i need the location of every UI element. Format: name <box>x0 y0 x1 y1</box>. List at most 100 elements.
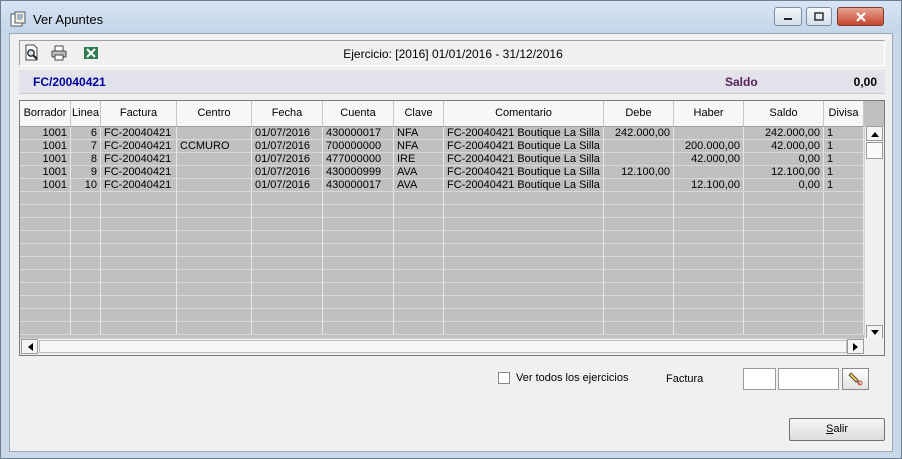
cell-debe <box>604 140 674 153</box>
vertical-scroll-thumb[interactable] <box>866 142 883 159</box>
cell-cuenta <box>323 192 394 205</box>
cell-comentario <box>444 296 604 309</box>
column-header-cuenta[interactable]: Cuenta <box>323 101 394 126</box>
cell-centro <box>177 179 252 192</box>
scroll-down-icon <box>870 329 879 335</box>
close-button[interactable] <box>837 7 884 26</box>
cell-linea <box>71 244 101 257</box>
cell-clave: NFA <box>394 127 444 140</box>
horizontal-scroll-thumb[interactable] <box>39 340 847 353</box>
cell-haber <box>674 270 744 283</box>
invoice-code: FC/20040421 <box>33 75 106 89</box>
vertical-scrollbar[interactable] <box>864 126 884 340</box>
table-row <box>20 322 864 335</box>
title-bar[interactable]: Ver Apuntes <box>1 1 901 33</box>
cell-factura <box>101 283 177 296</box>
cell-clave <box>394 218 444 231</box>
cell-fecha <box>252 192 323 205</box>
factura-numero-input[interactable] <box>778 368 839 390</box>
cell-linea <box>71 218 101 231</box>
table-row <box>20 231 864 244</box>
cell-linea <box>71 283 101 296</box>
column-header-fecha[interactable]: Fecha <box>252 101 323 126</box>
cell-haber <box>674 192 744 205</box>
apuntes-grid[interactable]: Borrador Linea Factura Centro Fecha Cuenta Cla… <box>19 100 885 356</box>
cell-saldo <box>744 270 824 283</box>
cell-divisa <box>824 231 864 244</box>
cell-centro <box>177 270 252 283</box>
table-row[interactable]: 1001 10 FC-20040421 01/07/2016 430000017 AVA F… <box>20 179 864 192</box>
cell-comentario <box>444 309 604 322</box>
cell-borrador <box>20 270 71 283</box>
cell-linea: 8 <box>71 153 101 166</box>
cell-haber <box>674 205 744 218</box>
cell-debe <box>604 153 674 166</box>
cell-borrador <box>20 283 71 296</box>
cell-comentario <box>444 257 604 270</box>
scroll-left-button[interactable] <box>21 339 38 354</box>
cell-clave <box>394 192 444 205</box>
cell-centro <box>177 244 252 257</box>
cell-haber: 12.100,00 <box>674 179 744 192</box>
cell-comentario: FC-20040421 Boutique La Silla <box>444 127 604 140</box>
column-header-comentario[interactable]: Comentario <box>444 101 604 126</box>
maximize-button[interactable] <box>806 7 832 26</box>
column-header-saldo[interactable]: Saldo <box>744 101 824 126</box>
cell-linea: 9 <box>71 166 101 179</box>
cell-cuenta <box>323 205 394 218</box>
column-header-centro[interactable]: Centro <box>177 101 252 126</box>
cell-cuenta <box>323 322 394 335</box>
cell-factura <box>101 244 177 257</box>
cell-fecha <box>252 244 323 257</box>
table-row[interactable]: 1001 9 FC-20040421 01/07/2016 430000999 AVA FC… <box>20 166 864 179</box>
cell-debe <box>604 205 674 218</box>
column-header-haber[interactable]: Haber <box>674 101 744 126</box>
horizontal-scrollbar[interactable] <box>20 338 864 355</box>
column-header-clave[interactable]: Clave <box>394 101 444 126</box>
cell-borrador: 1001 <box>20 127 71 140</box>
cell-cuenta <box>323 244 394 257</box>
factura-serie-input[interactable] <box>743 368 776 390</box>
cell-fecha: 01/07/2016 <box>252 140 323 153</box>
factura-filter-label: Factura <box>666 373 704 385</box>
factura-search-button[interactable] <box>842 368 869 390</box>
column-header-divisa[interactable]: Divisa <box>824 101 864 126</box>
cell-divisa: 1 <box>824 127 864 140</box>
cell-comentario <box>444 205 604 218</box>
column-header-debe[interactable]: Debe <box>604 101 674 126</box>
cell-linea <box>71 309 101 322</box>
scroll-right-button[interactable] <box>847 339 864 354</box>
salir-button[interactable]: Salir <box>789 418 885 441</box>
cell-haber <box>674 218 744 231</box>
cell-linea <box>71 257 101 270</box>
table-row <box>20 270 864 283</box>
cell-clave: NFA <box>394 140 444 153</box>
cell-divisa: 1 <box>824 153 864 166</box>
cell-linea <box>71 192 101 205</box>
table-row[interactable]: 1001 6 FC-20040421 01/07/2016 430000017 NFA FC… <box>20 127 864 140</box>
column-header-factura[interactable]: Factura <box>101 101 177 126</box>
table-row <box>20 257 864 270</box>
cell-saldo <box>744 244 824 257</box>
cell-comentario <box>444 218 604 231</box>
minimize-button[interactable] <box>774 7 802 26</box>
cell-haber <box>674 231 744 244</box>
cell-comentario: FC-20040421 Boutique La Silla <box>444 140 604 153</box>
table-row[interactable]: 1001 8 FC-20040421 01/07/2016 477000000 IRE FC… <box>20 153 864 166</box>
cell-comentario: FC-20040421 Boutique La Silla <box>444 153 604 166</box>
toolbar: Ejercicio: [2016] 01/01/2016 - 31/12/201… <box>19 40 885 66</box>
ver-todos-checkbox[interactable] <box>498 372 510 384</box>
ver-todos-label[interactable]: Ver todos los ejercicios <box>516 372 629 384</box>
cell-fecha: 01/07/2016 <box>252 153 323 166</box>
cell-fecha <box>252 218 323 231</box>
cell-saldo: 0,00 <box>744 153 824 166</box>
cell-borrador <box>20 205 71 218</box>
cell-saldo <box>744 296 824 309</box>
cell-centro <box>177 153 252 166</box>
cell-factura <box>101 231 177 244</box>
saldo-label: Saldo <box>725 75 758 89</box>
column-header-borrador[interactable]: Borrador <box>20 101 71 126</box>
table-row[interactable]: 1001 7 FC-20040421 CCMURO 01/07/2016 70000000… <box>20 140 864 153</box>
column-header-linea[interactable]: Linea <box>71 101 101 126</box>
scroll-up-button[interactable] <box>866 126 883 141</box>
